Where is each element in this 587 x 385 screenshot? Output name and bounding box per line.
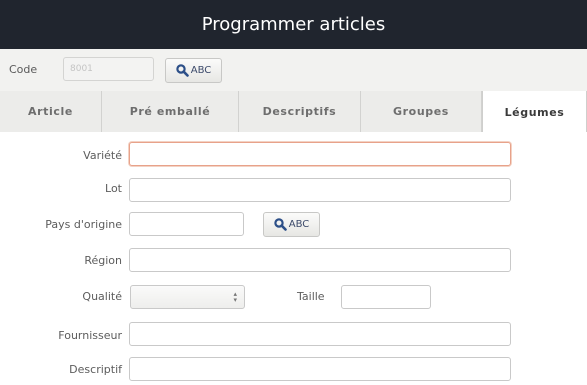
code-input[interactable] <box>63 57 154 81</box>
code-label: Code <box>9 63 38 76</box>
tab-legumes[interactable]: Légumes <box>482 91 587 133</box>
descriptif-label: Descriptif <box>69 363 122 376</box>
pays-origine-label: Pays d'origine <box>45 218 122 231</box>
window-title: Programmer articles <box>0 0 587 49</box>
tab-article[interactable]: Article <box>0 91 102 132</box>
qualite-label: Qualité <box>82 290 122 303</box>
tab-bar: Article Pré emballé Descriptifs Groupes … <box>0 91 587 133</box>
variete-label: Variété <box>83 149 122 162</box>
qualite-select[interactable]: ▴ ▾ <box>130 285 245 309</box>
fournisseur-field[interactable] <box>129 322 511 346</box>
code-search-abc-button[interactable]: ABC <box>165 58 222 83</box>
pays-search-abc-button[interactable]: ABC <box>263 212 320 237</box>
variete-field[interactable] <box>129 142 511 166</box>
lot-field[interactable] <box>129 178 511 202</box>
descriptif-field[interactable] <box>129 357 511 381</box>
toolbar: Code ABC <box>0 49 587 92</box>
tab-descriptifs[interactable]: Descriptifs <box>239 91 361 132</box>
spin-arrows-icon: ▴ ▾ <box>233 290 237 304</box>
pays-origine-field[interactable] <box>129 212 244 236</box>
search-icon <box>274 218 287 231</box>
tab-pre-emballe[interactable]: Pré emballé <box>102 91 239 132</box>
tab-groupes[interactable]: Groupes <box>361 91 482 132</box>
taille-label: Taille <box>297 290 325 303</box>
search-icon <box>176 64 189 77</box>
region-field[interactable] <box>129 248 511 272</box>
lot-label: Lot <box>105 182 122 195</box>
abc-label: ABC <box>288 219 310 230</box>
taille-field[interactable] <box>341 285 431 309</box>
legumes-panel: Variété Lot Pays d'origine ABC Région Qu… <box>0 132 587 385</box>
region-label: Région <box>84 254 122 267</box>
abc-label: ABC <box>190 65 212 76</box>
fournisseur-label: Fournisseur <box>58 329 122 342</box>
